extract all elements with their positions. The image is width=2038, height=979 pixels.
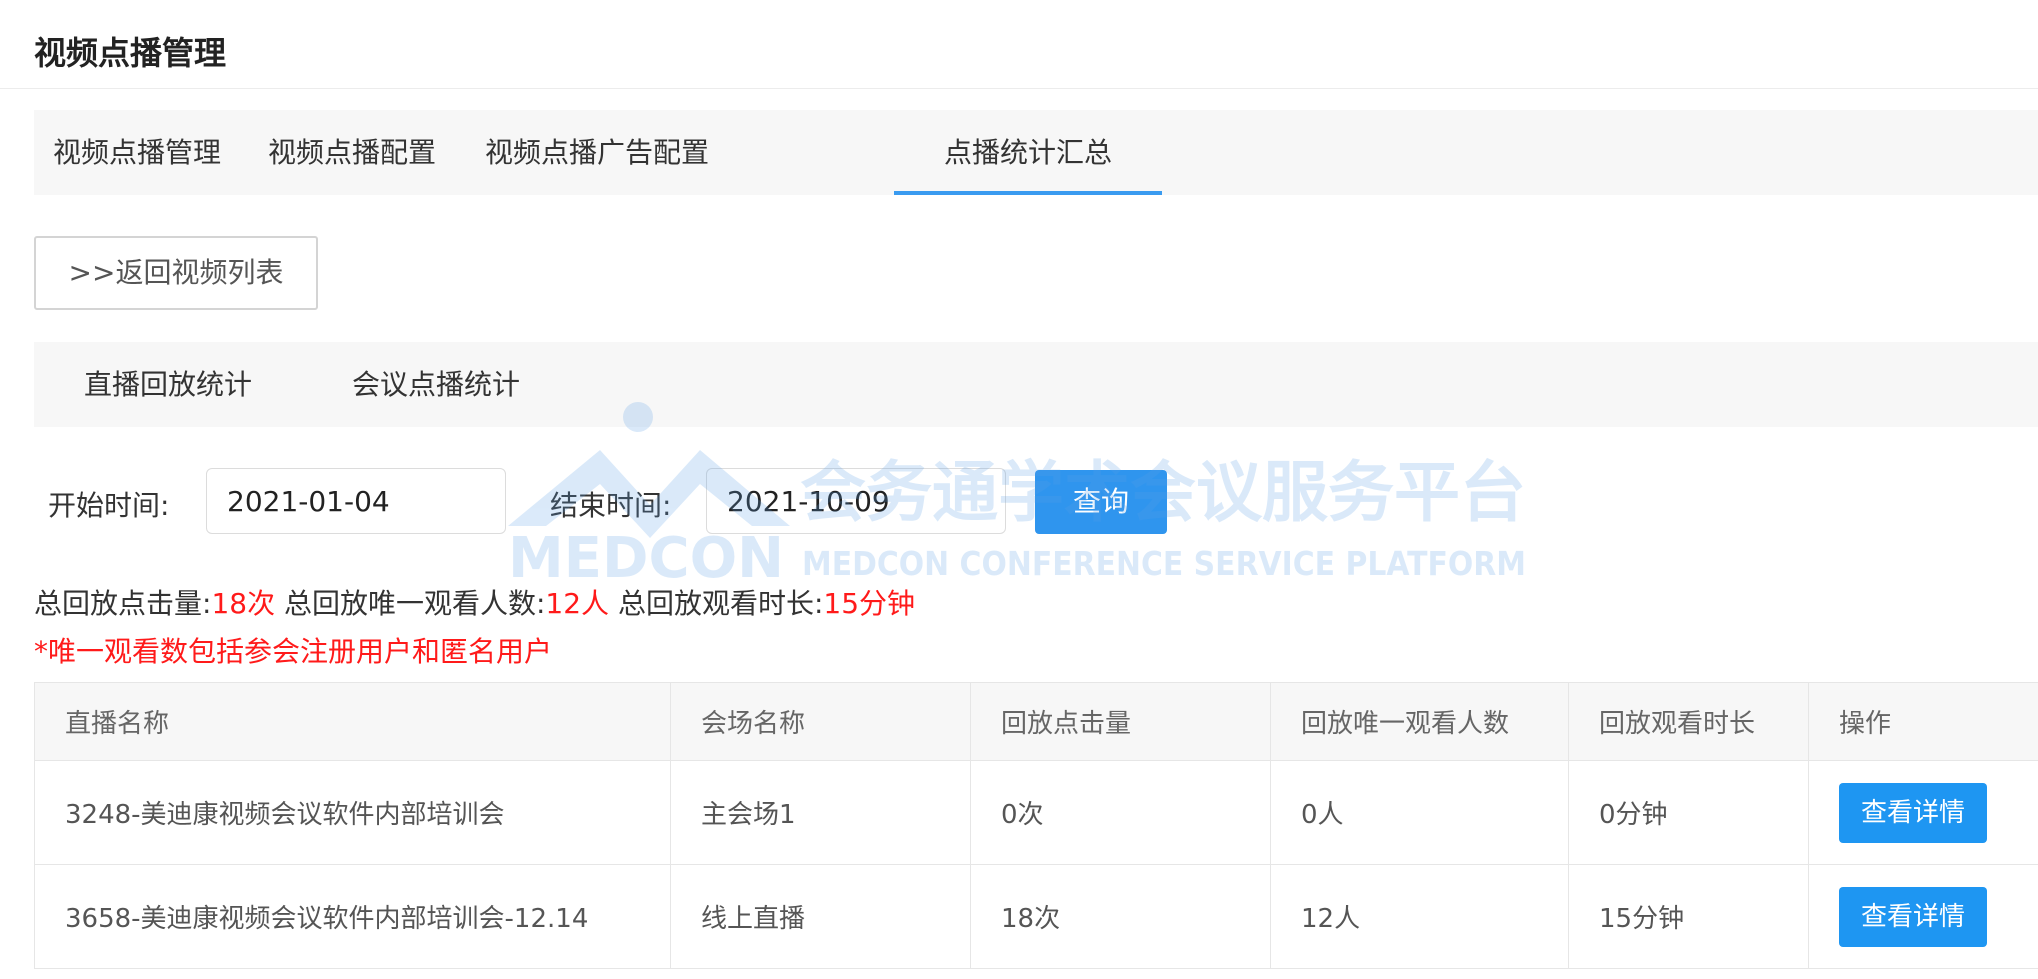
cell-venue: 线上直播 (670, 864, 971, 969)
start-time-label: 开始时间: (48, 489, 170, 522)
table-row: 3248-美迪康视频会议软件内部培训会 主会场1 0次 0人 0分钟 查看详情 (34, 760, 2038, 865)
cell-replay-clicks: 0次 (970, 760, 1271, 865)
cell-unique-viewers: 0人 (1270, 760, 1569, 865)
cell-action: 查看详情 (1808, 760, 2038, 865)
watermark-logo-text: MEDCON (508, 526, 784, 585)
summary-line: 总回放点击量:18次 总回放唯一观看人数:12人 总回放观看时长:15分钟 (34, 582, 915, 622)
back-to-video-list-button[interactable]: >>返回视频列表 (34, 236, 318, 310)
col-header-venue: 会场名称 (670, 682, 971, 761)
subtab-live-replay-stats[interactable]: 直播回放统计 (84, 342, 252, 427)
col-header-watch-duration: 回放观看时长 (1568, 682, 1809, 761)
end-time-label: 结束时间: (550, 489, 672, 522)
cell-venue: 主会场1 (670, 760, 971, 865)
col-header-unique-viewers: 回放唯一观看人数 (1270, 682, 1569, 761)
cell-live-name: 3248-美迪康视频会议软件内部培训会 (34, 760, 671, 865)
page-header: 视频点播管理 (0, 0, 2038, 89)
main-tabbar: 视频点播管理 视频点播配置 视频点播广告配置 点播统计汇总 (34, 110, 2038, 195)
total-duration-value: 15分钟 (823, 587, 916, 620)
cell-live-name: 3658-美迪康视频会议软件内部培训会-12.14 (34, 864, 671, 969)
total-unique-label: 总回放唯一观看人数: (283, 587, 546, 620)
total-clicks-label: 总回放点击量: (34, 587, 212, 620)
cell-unique-viewers: 12人 (1270, 864, 1569, 969)
tab-vod-config[interactable]: 视频点播配置 (240, 110, 464, 195)
subtab-meeting-vod-stats[interactable]: 会议点播统计 (352, 342, 520, 427)
tab-vod-management[interactable]: 视频点播管理 (34, 110, 240, 195)
cell-watch-duration: 0分钟 (1568, 760, 1809, 865)
stats-table: 直播名称 会场名称 回放点击量 回放唯一观看人数 回放观看时长 操作 3248-… (34, 682, 2038, 969)
total-unique-value: 12人 (545, 587, 610, 620)
cell-action: 查看详情 (1808, 864, 2038, 969)
col-header-replay-clicks: 回放点击量 (970, 682, 1271, 761)
tab-vod-ad-config[interactable]: 视频点播广告配置 (464, 110, 730, 195)
page-title: 视频点播管理 (34, 34, 227, 72)
unique-viewer-note: *唯一观看数包括参会注册用户和匿名用户 (34, 635, 553, 668)
watermark-en-text: MEDCON CONFERENCE SERVICE PLATFORM (802, 544, 1526, 583)
total-duration-label: 总回放观看时长: (617, 587, 824, 620)
tab-vod-stats-summary[interactable]: 点播统计汇总 (894, 110, 1162, 195)
query-button[interactable]: 查询 (1035, 470, 1167, 534)
cell-watch-duration: 15分钟 (1568, 864, 1809, 969)
col-header-action: 操作 (1808, 682, 2038, 761)
stats-subtabbar: 直播回放统计 会议点播统计 (34, 342, 2038, 427)
table-row: 3658-美迪康视频会议软件内部培训会-12.14 线上直播 18次 12人 1… (34, 864, 2038, 969)
view-details-button[interactable]: 查看详情 (1839, 886, 1987, 947)
table-header-row: 直播名称 会场名称 回放点击量 回放唯一观看人数 回放观看时长 操作 (34, 682, 2038, 761)
view-details-button[interactable]: 查看详情 (1839, 782, 1987, 843)
total-clicks-value: 18次 (211, 587, 276, 620)
cell-replay-clicks: 18次 (970, 864, 1271, 969)
col-header-live-name: 直播名称 (34, 682, 671, 761)
start-date-input[interactable] (206, 468, 506, 534)
end-date-input[interactable] (706, 468, 1006, 534)
